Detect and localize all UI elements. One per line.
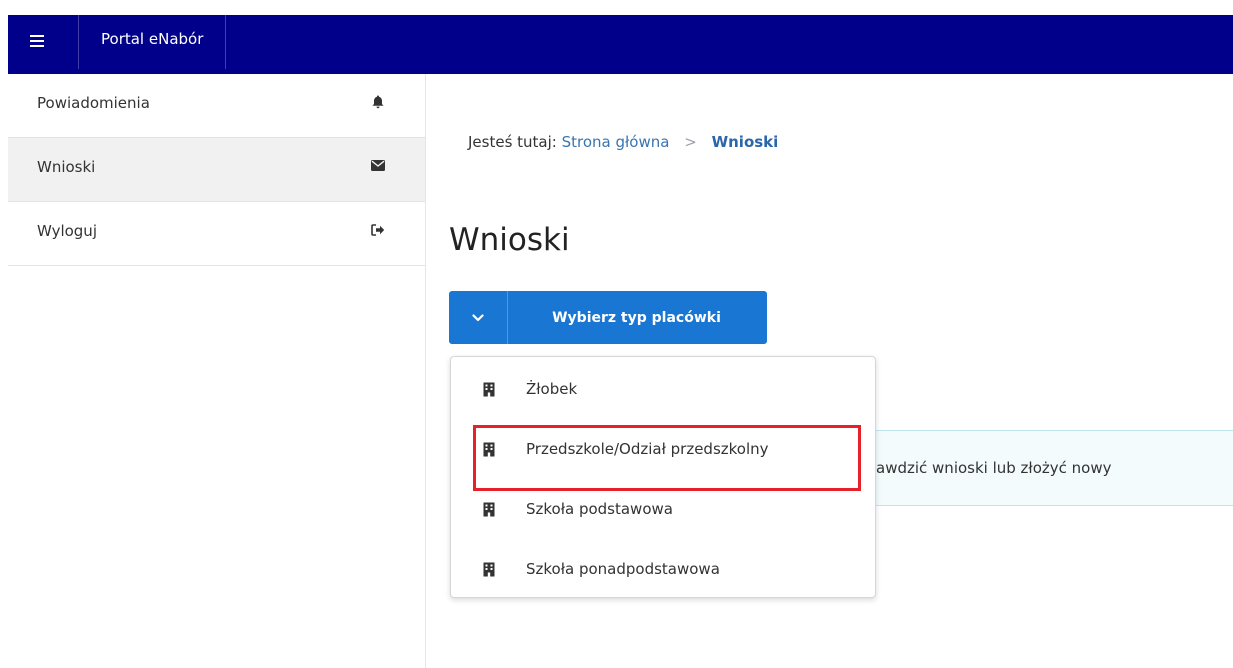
menu-item-label: Przedszkole/Odział przedszkolny xyxy=(526,440,769,458)
menu-toggle-button[interactable] xyxy=(8,15,78,74)
breadcrumb-home-link[interactable]: Strona główna xyxy=(562,133,670,151)
sidebar-item-label: Wyloguj xyxy=(37,221,97,240)
envelope-icon xyxy=(371,159,385,173)
sidebar-item-label: Wnioski xyxy=(37,157,96,176)
hamburger-icon xyxy=(30,34,44,47)
menu-item-label: Szkoła podstawowa xyxy=(526,500,673,518)
building-icon xyxy=(482,381,496,397)
facility-type-dropdown-button[interactable]: Wybierz typ placówki xyxy=(449,291,767,344)
menu-item-przedszkole[interactable]: Przedszkole/Odział przedszkolny xyxy=(451,429,875,469)
sidebar-item-label: Powiadomienia xyxy=(37,93,150,112)
chevron-down-icon xyxy=(449,291,508,344)
building-icon xyxy=(482,441,496,457)
menu-item-label: Żłobek xyxy=(526,380,578,398)
brand-label: Portal eNabór xyxy=(101,29,204,48)
building-icon xyxy=(482,501,496,517)
top-navbar: Portal eNabór xyxy=(8,10,1233,74)
screen: Portal eNabór Powiadomienia Wnioski Wylo… xyxy=(0,0,1233,668)
sidebar-item-wnioski[interactable]: Wnioski xyxy=(8,138,425,202)
facility-type-menu: Żłobek Przedszkole/Odział przedszkolny S… xyxy=(450,356,876,598)
menu-item-label: Szkoła ponadpodstawowa xyxy=(526,560,720,578)
menu-item-szkola-ponadpodstawowa[interactable]: Szkoła ponadpodstawowa xyxy=(451,549,875,589)
breadcrumb: Jesteś tutaj: Strona główna > Wnioski xyxy=(468,133,778,151)
breadcrumb-current: Wnioski xyxy=(711,133,779,151)
page-title: Wnioski xyxy=(449,222,570,258)
sign-out-icon xyxy=(371,223,385,237)
sidebar-item-powiadomienia[interactable]: Powiadomienia xyxy=(8,74,425,138)
sidebar: Powiadomienia Wnioski Wyloguj xyxy=(8,74,426,668)
dropdown-button-label: Wybierz typ placówki xyxy=(552,309,721,326)
bell-icon xyxy=(371,95,385,109)
brand-link[interactable]: Portal eNabór xyxy=(78,10,227,69)
menu-item-zlobek[interactable]: Żłobek xyxy=(451,369,875,409)
building-icon xyxy=(482,561,496,577)
info-alert: awdzić wnioski lub złożyć nowy xyxy=(872,430,1233,506)
info-alert-text: awdzić wnioski lub złożyć nowy xyxy=(876,459,1112,477)
sidebar-item-wyloguj[interactable]: Wyloguj xyxy=(8,202,425,266)
breadcrumb-prefix: Jesteś tutaj: xyxy=(468,133,557,151)
breadcrumb-separator: > xyxy=(684,133,697,151)
menu-item-szkola-podstawowa[interactable]: Szkoła podstawowa xyxy=(451,489,875,529)
